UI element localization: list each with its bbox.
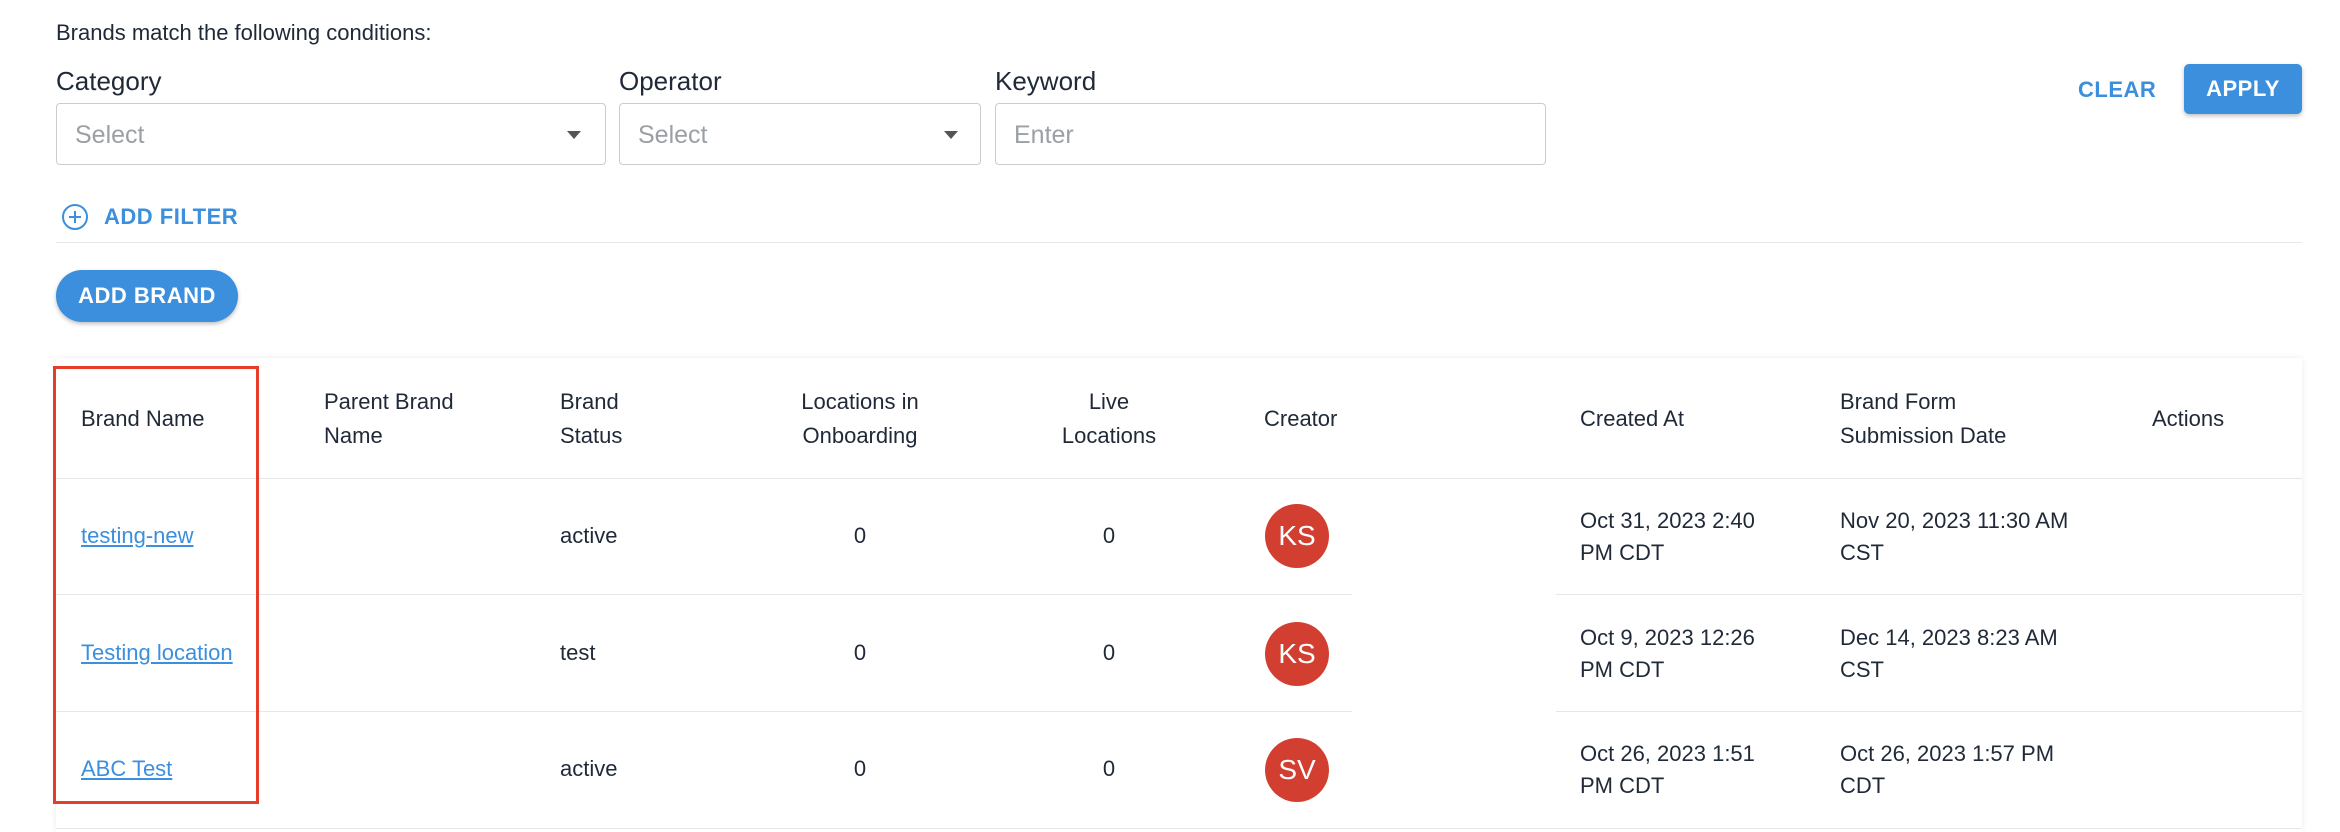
submission-date-cell: Dec 14, 2023 8:23 AM CST: [1840, 622, 2058, 686]
locations-onboarding-value: 0: [853, 523, 867, 548]
header-brand-status-line1: Brand: [560, 389, 619, 414]
created-at-line1: Oct 9, 2023 12:26: [1580, 625, 1755, 650]
brand-name-column-highlight: [53, 366, 259, 804]
clear-button[interactable]: CLEAR: [2078, 77, 2156, 103]
row-divider: [56, 828, 2302, 829]
filter-conditions-text: Brands match the following conditions:: [56, 20, 432, 45]
created-at-line1: Oct 26, 2023 1:51: [1580, 741, 1755, 766]
created-at-cell: Oct 9, 2023 12:26 PM CDT: [1580, 622, 1755, 686]
row-divider: [1556, 594, 2302, 595]
header-brand-status-line2: Status: [560, 423, 623, 448]
header-submission-date-line1: Brand Form: [1840, 389, 1957, 414]
chevron-down-icon: [567, 131, 581, 139]
locations-onboarding-value: 0: [853, 756, 867, 781]
brand-status-cell: active: [560, 756, 618, 781]
created-at-cell: Oct 26, 2023 1:51 PM CDT: [1580, 738, 1755, 802]
submission-date-line1: Oct 26, 2023 1:57 PM: [1840, 741, 2055, 766]
live-locations-value: 0: [1102, 640, 1116, 665]
header-created-at[interactable]: Created At: [1580, 402, 1684, 436]
category-select-placeholder: Select: [75, 121, 145, 149]
brand-status-cell: active: [560, 523, 618, 548]
operator-select-placeholder: Select: [638, 121, 708, 149]
avatar[interactable]: KS: [1265, 622, 1329, 686]
created-at-cell: Oct 31, 2023 2:40 PM CDT: [1580, 505, 1755, 569]
add-filter-button[interactable]: ADD FILTER: [62, 204, 238, 230]
header-brand-status[interactable]: Brand Status: [560, 385, 622, 453]
operator-select[interactable]: Select: [619, 103, 981, 165]
header-actions: Actions: [2152, 406, 2225, 431]
avatar[interactable]: SV: [1265, 738, 1329, 802]
live-locations-value: 0: [1102, 756, 1116, 781]
submission-date-line2: CDT: [1840, 773, 1886, 798]
header-locations-onboarding[interactable]: Locations in Onboarding: [780, 385, 940, 453]
keyword-input-placeholder: Enter: [1014, 121, 1074, 149]
created-at-line1: Oct 31, 2023 2:40: [1580, 508, 1755, 533]
category-label: Category: [56, 66, 162, 96]
filter-divider: [56, 242, 2302, 243]
header-submission-date-line2: Submission Date: [1840, 423, 2007, 448]
brands-table: Brand Name Parent Brand Name Brand Statu…: [56, 358, 2302, 832]
locations-onboarding-value: 0: [853, 640, 867, 665]
header-locations-onboarding-line2: Onboarding: [802, 423, 918, 448]
header-parent-brand-name-line2: Name: [324, 423, 383, 448]
header-parent-brand-name[interactable]: Parent Brand Name: [324, 385, 454, 453]
keyword-input[interactable]: Enter: [995, 103, 1546, 165]
add-filter-label: ADD FILTER: [104, 204, 239, 229]
submission-date-line2: CST: [1840, 540, 1884, 565]
category-select[interactable]: Select: [56, 103, 606, 165]
created-at-line2: PM CDT: [1580, 657, 1665, 682]
header-locations-onboarding-line1: Locations in: [801, 389, 919, 414]
header-parent-brand-name-line1: Parent Brand: [324, 389, 454, 414]
header-creator[interactable]: Creator: [1264, 402, 1337, 436]
apply-button[interactable]: APPLY: [2184, 64, 2302, 114]
header-live-locations[interactable]: Live Locations: [1044, 385, 1174, 453]
add-circle-icon: [62, 204, 88, 230]
created-at-line2: PM CDT: [1580, 540, 1665, 565]
header-live-locations-line2: Locations: [1061, 423, 1157, 448]
submission-date-line1: Dec 14, 2023 8:23 AM: [1840, 625, 2058, 650]
brand-status-cell: test: [560, 640, 596, 665]
submission-date-line2: CST: [1840, 657, 1884, 682]
add-brand-button[interactable]: ADD BRAND: [56, 270, 238, 322]
submission-date-cell: Nov 20, 2023 11:30 AM CST: [1840, 505, 2068, 569]
header-live-locations-line1: Live: [1088, 389, 1130, 414]
live-locations-value: 0: [1102, 523, 1116, 548]
keyword-label: Keyword: [995, 66, 1097, 96]
submission-date-cell: Oct 26, 2023 1:57 PM CDT: [1840, 738, 2054, 802]
avatar[interactable]: KS: [1265, 504, 1329, 568]
operator-label: Operator: [619, 66, 722, 96]
header-divider: [56, 478, 2302, 479]
row-divider: [1556, 711, 2302, 712]
header-submission-date[interactable]: Brand Form Submission Date: [1840, 385, 2006, 453]
created-at-line2: PM CDT: [1580, 773, 1665, 798]
submission-date-line1: Nov 20, 2023 11:30 AM: [1840, 508, 2069, 533]
chevron-down-icon: [944, 131, 958, 139]
